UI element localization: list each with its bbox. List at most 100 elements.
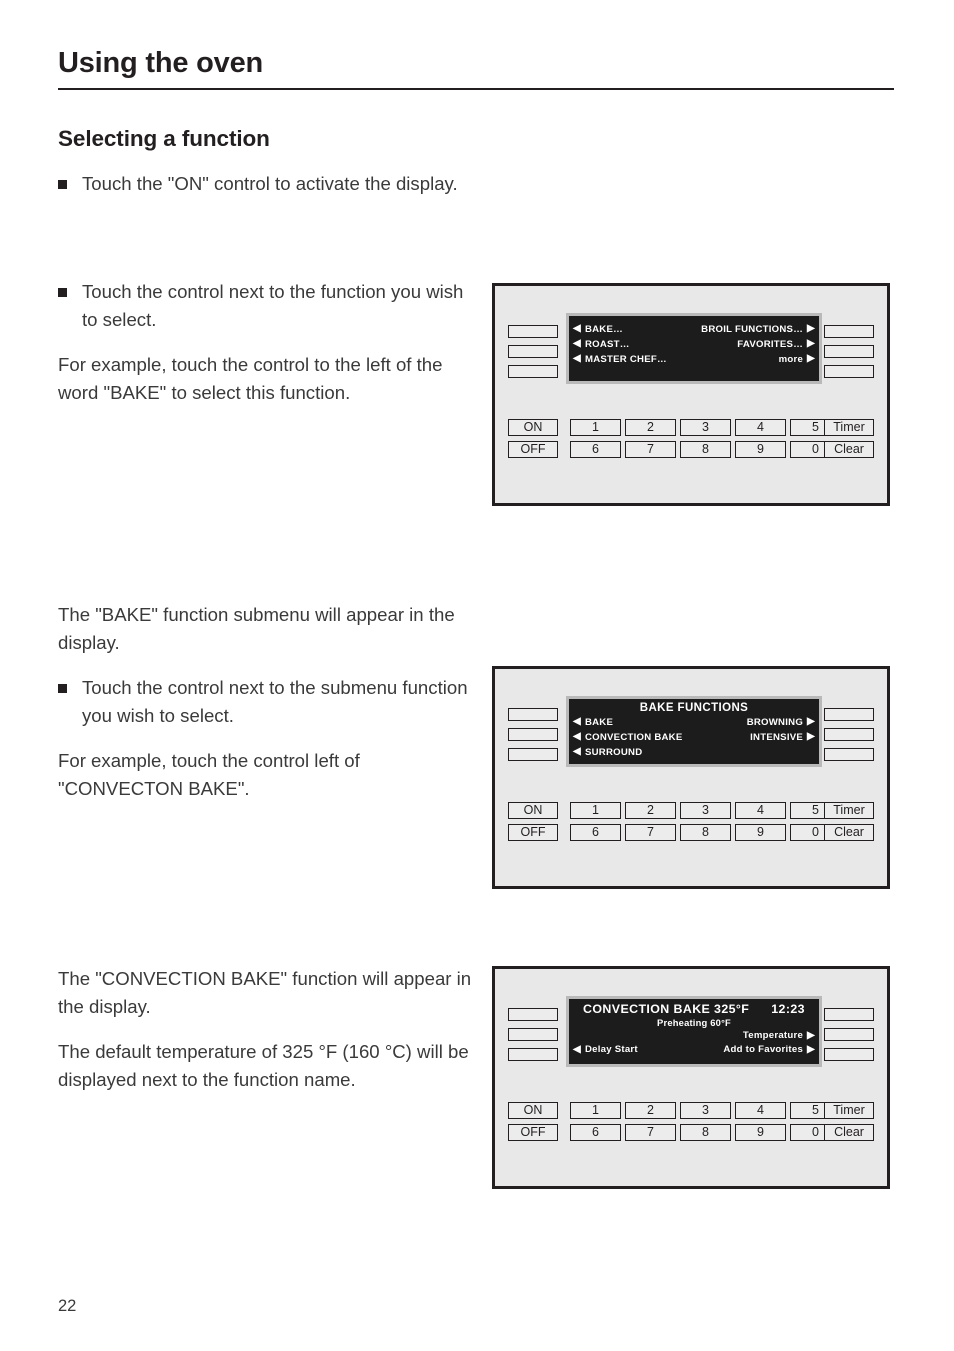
clear-button[interactable]: Clear [824,824,874,841]
numpad-key-3[interactable]: 3 [680,802,731,819]
left-touch-control-2[interactable] [508,728,558,741]
timer-button[interactable]: Timer [824,1102,874,1119]
numpad-key-3[interactable]: 3 [680,419,731,436]
bullet-square-icon [58,180,67,189]
left-touch-controls-3 [508,1008,558,1068]
numpad-key-9[interactable]: 9 [735,824,786,841]
chapter-title: Using the oven [58,47,264,79]
timer-button[interactable]: Timer [824,419,874,436]
page-header: Using the oven [58,47,894,90]
right-touch-controls-2 [824,708,874,768]
right-touch-control-3[interactable] [824,1048,874,1061]
arrow-right-icon: ▶ [807,338,815,349]
clear-button[interactable]: Clear [824,1124,874,1141]
off-button[interactable]: OFF [508,1124,558,1141]
numpad-key-7[interactable]: 7 [625,824,676,841]
left-touch-control-2[interactable] [508,345,558,358]
numpad-key-6[interactable]: 6 [570,1124,621,1141]
menu-item-bake[interactable]: ◀ BAKE… [573,322,623,337]
right-touch-control-3[interactable] [824,748,874,761]
arrow-right-icon: ▶ [807,323,815,334]
header-divider [58,87,894,90]
numpad-key-2[interactable]: 2 [625,1102,676,1119]
left-touch-control-3[interactable] [508,1048,558,1061]
left-touch-control-3[interactable] [508,365,558,378]
numpad-key-9[interactable]: 9 [735,1124,786,1141]
right-touch-control-2[interactable] [824,1028,874,1041]
menu-item-temperature[interactable]: Temperature ▶ [743,1029,815,1043]
numpad-key-3[interactable]: 3 [680,1102,731,1119]
instruction-bullet-3: Touch the control next to the submenu fu… [58,674,478,729]
menu-item-surround[interactable]: ◀ SURROUND [573,745,642,760]
numpad-key-8[interactable]: 8 [680,441,731,458]
clear-button[interactable]: Clear [824,441,874,458]
numpad-key-9[interactable]: 9 [735,441,786,458]
on-button[interactable]: ON [508,802,558,819]
menu-item-label: Delay Start [584,1044,638,1055]
function-keys-1: Timer Clear [824,419,874,463]
left-touch-control-2[interactable] [508,1028,558,1041]
instruction-bullet-2: Touch the control next to the function y… [58,278,478,333]
menu-item-delay-start[interactable]: ◀ Delay Start [573,1043,638,1057]
lcd-status-header: CONVECTION BAKE 325°F 12:23 [569,999,819,1016]
menu-item-roast[interactable]: ◀ ROAST… [573,337,630,352]
menu-item-add-to-favorites[interactable]: Add to Favorites ▶ [723,1043,815,1057]
right-touch-control-3[interactable] [824,365,874,378]
menu-item-convection-bake[interactable]: ◀ CONVECTION BAKE [573,730,683,745]
timer-button[interactable]: Timer [824,802,874,819]
left-touch-control-1[interactable] [508,1008,558,1021]
on-button[interactable]: ON [508,419,558,436]
numpad-key-2[interactable]: 2 [625,419,676,436]
arrow-left-icon: ◀ [573,353,581,364]
menu-item-intensive[interactable]: INTENSIVE ▶ [750,730,815,745]
menu-item-favorites[interactable]: FAVORITES… ▶ [737,337,815,352]
text-block-1: Touch the "ON" control to activate the d… [58,170,478,216]
convection-description: The "CONVECTION BAKE" function will appe… [58,968,472,1017]
numpad-key-6[interactable]: 6 [570,441,621,458]
lcd-menu-row: ◀ CONVECTION BAKE INTENSIVE ▶ [569,730,819,745]
menu-item-label: BAKE [584,717,614,728]
right-touch-control-1[interactable] [824,325,874,338]
oven-control-panel-figure-1: ◀ BAKE… BROIL FUNCTIONS… ▶ ◀ ROAST… FAVO… [492,283,890,506]
numpad-key-1[interactable]: 1 [570,419,621,436]
menu-item-broil-functions[interactable]: BROIL FUNCTIONS… ▶ [701,322,815,337]
numpad-key-1[interactable]: 1 [570,802,621,819]
oven-lcd-display-bake-functions: BAKE FUNCTIONS ◀ BAKE BROWNING ▶ ◀ CONVE… [566,696,822,767]
numpad-key-8[interactable]: 8 [680,1124,731,1141]
right-touch-control-1[interactable] [824,1008,874,1021]
numpad-key-4[interactable]: 4 [735,419,786,436]
numpad-key-4[interactable]: 4 [735,1102,786,1119]
arrow-left-icon: ◀ [573,746,581,757]
arrow-left-icon: ◀ [573,323,581,334]
text-block-4: The "CONVECTION BAKE" function will appe… [58,965,478,1111]
lcd-menu-row: ◀ MASTER CHEF… more ▶ [569,352,819,367]
numpad-key-1[interactable]: 1 [570,1102,621,1119]
left-touch-control-3[interactable] [508,748,558,761]
numpad-key-7[interactable]: 7 [625,441,676,458]
left-touch-control-1[interactable] [508,708,558,721]
menu-item-label: more [778,354,804,365]
numpad-key-2[interactable]: 2 [625,802,676,819]
menu-item-master-chef[interactable]: ◀ MASTER CHEF… [573,352,667,367]
off-button[interactable]: OFF [508,824,558,841]
text-block-3: The "BAKE" function submenu will appear … [58,601,478,820]
example-text-1: For example, touch the control to the le… [58,354,443,403]
menu-item-label: FAVORITES… [737,339,804,350]
numpad-key-7[interactable]: 7 [625,1124,676,1141]
right-touch-control-2[interactable] [824,345,874,358]
menu-item-label: CONVECTION BAKE [584,732,683,743]
left-touch-control-1[interactable] [508,325,558,338]
menu-item-bake[interactable]: ◀ BAKE [573,715,613,730]
off-button[interactable]: OFF [508,441,558,458]
numpad-key-4[interactable]: 4 [735,802,786,819]
right-touch-control-2[interactable] [824,728,874,741]
menu-item-more[interactable]: more ▶ [779,352,815,367]
menu-item-browning[interactable]: BROWNING ▶ [747,715,815,730]
numpad-key-6[interactable]: 6 [570,824,621,841]
preheating-status: Preheating 60°F [657,1017,731,1028]
on-button[interactable]: ON [508,1102,558,1119]
oven-control-panel-figure-2: BAKE FUNCTIONS ◀ BAKE BROWNING ▶ ◀ CONVE… [492,666,890,889]
numpad-key-8[interactable]: 8 [680,824,731,841]
right-touch-control-1[interactable] [824,708,874,721]
instruction-text: Touch the "ON" control to activate the d… [82,173,458,194]
